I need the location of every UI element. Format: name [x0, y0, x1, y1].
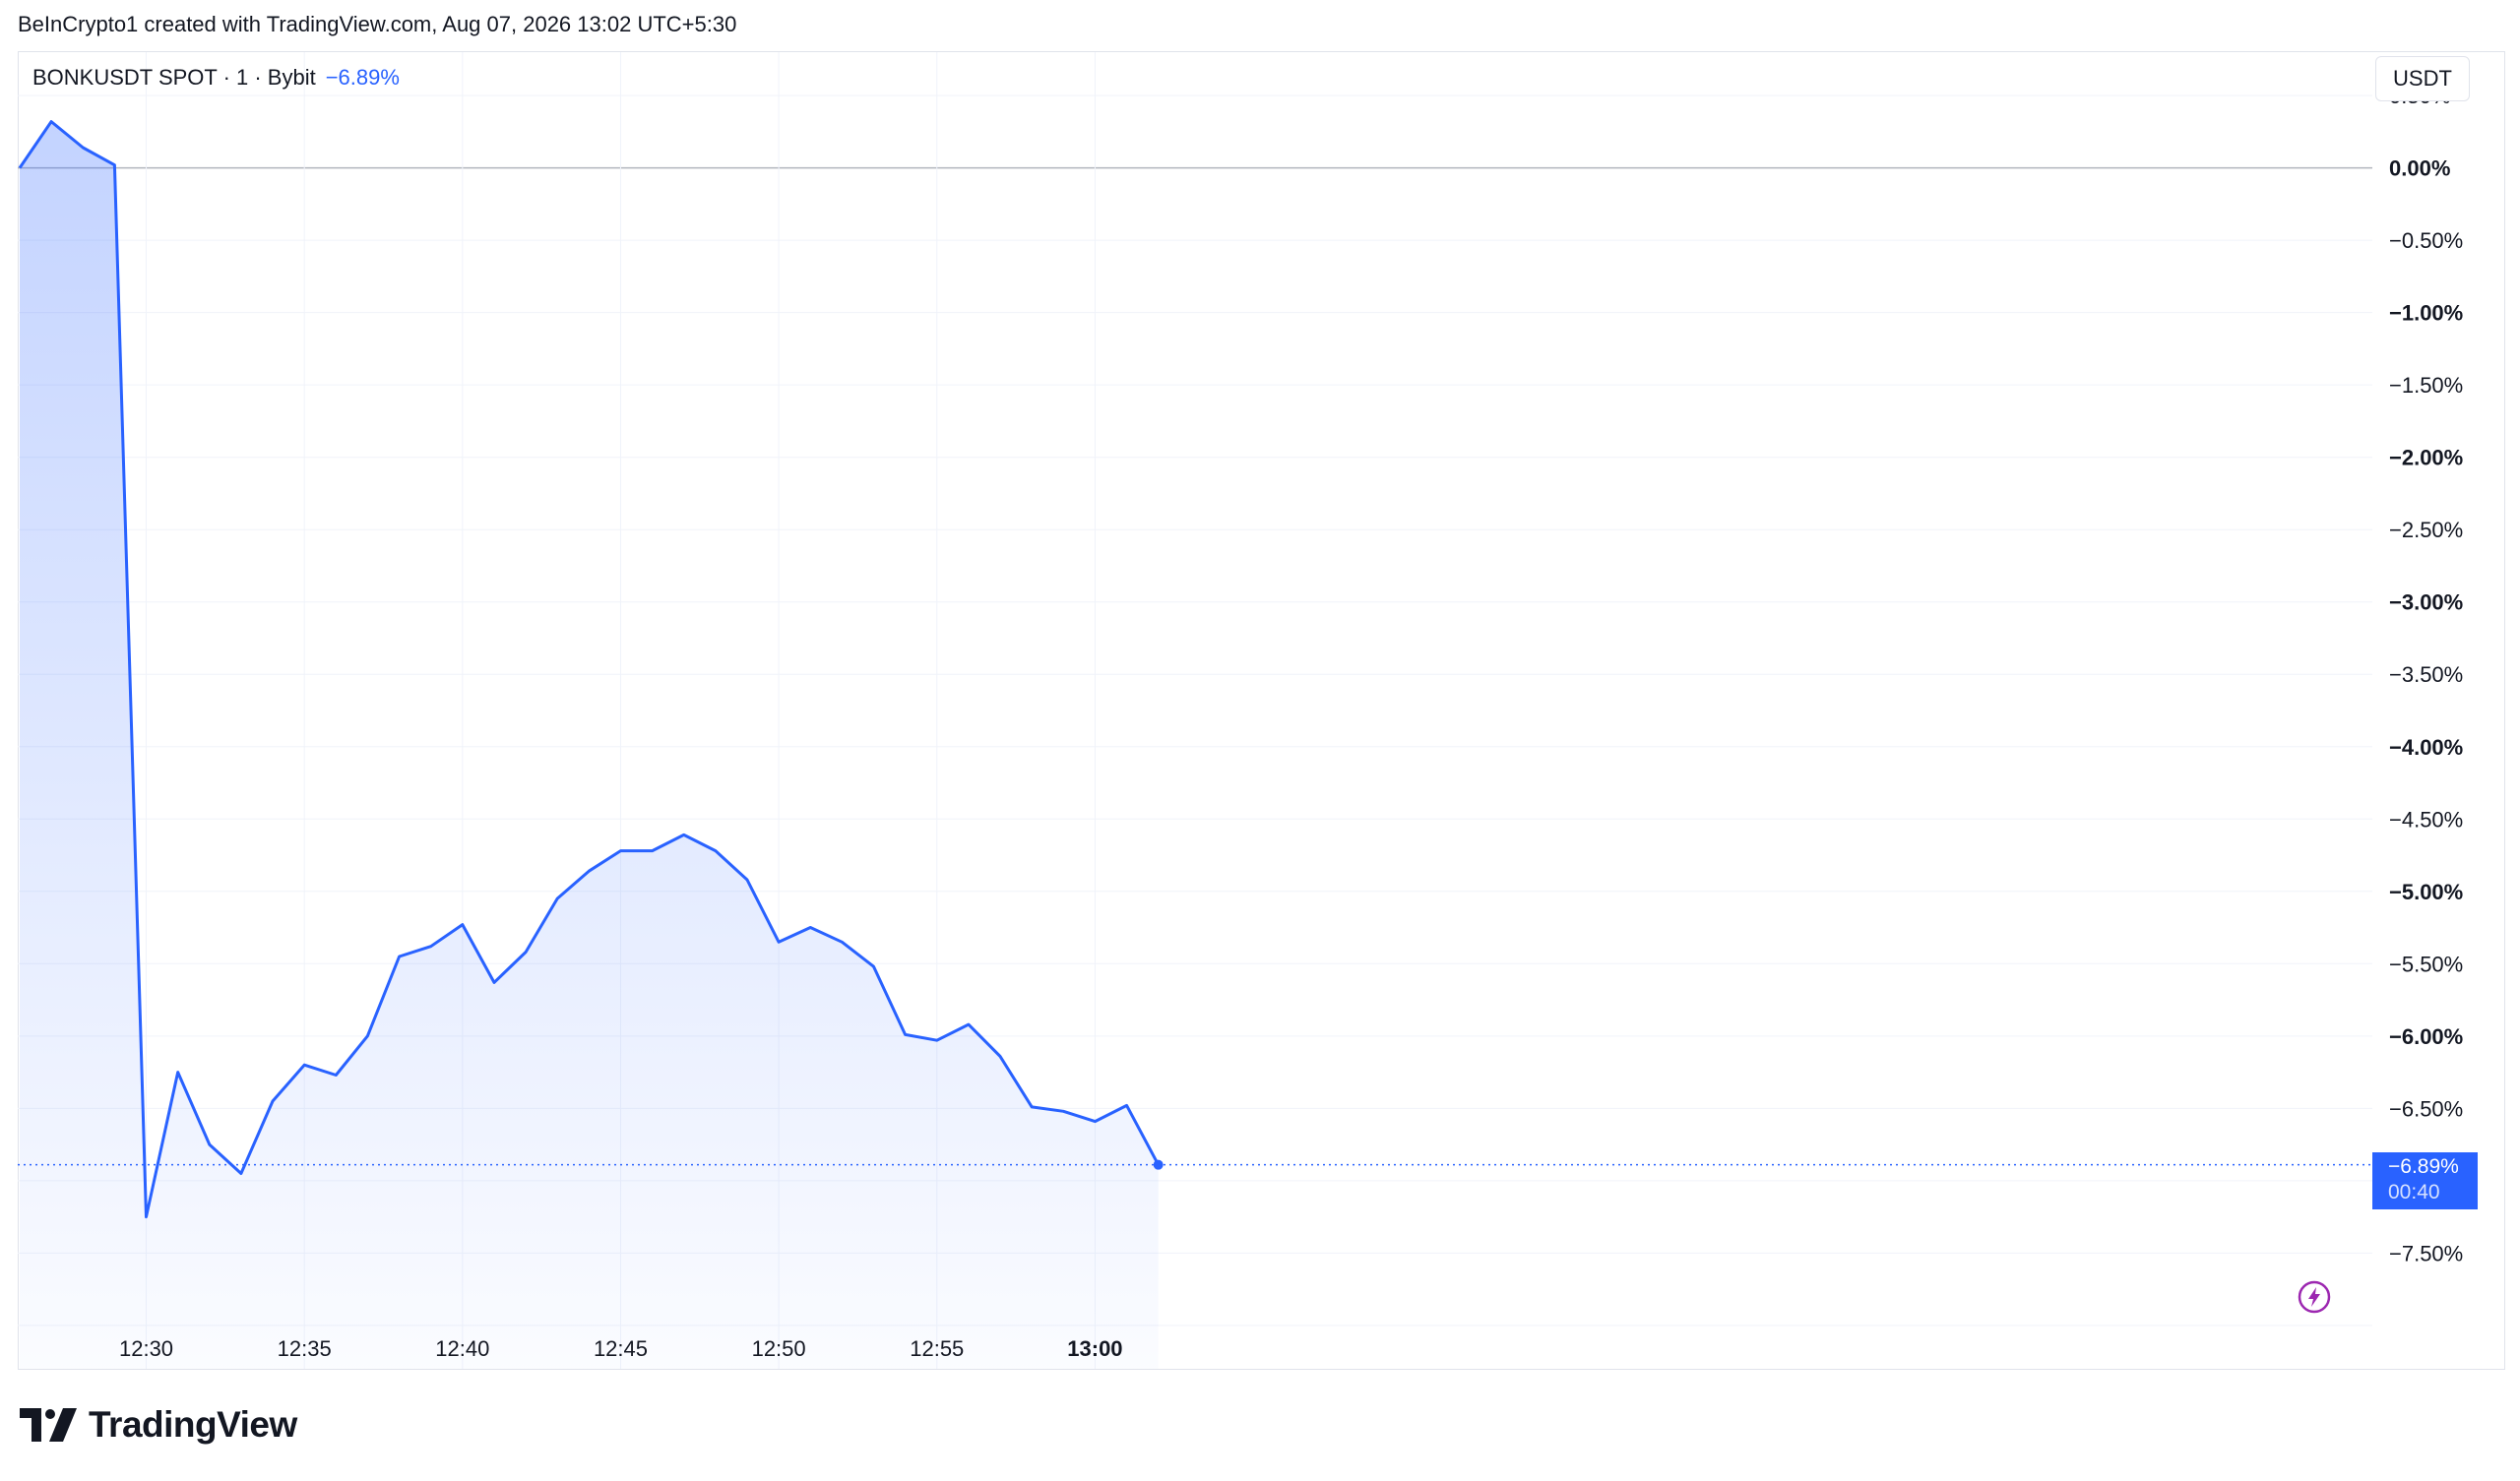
y-tick-label: −7.50%: [2389, 1241, 2463, 1265]
lightning-icon[interactable]: [2297, 1279, 2332, 1315]
y-axis: 0.50%0.00%−0.50%−1.00%−1.50%−2.00%−2.50%…: [2389, 84, 2463, 1265]
last-price-badge: −6.89% 00:40: [2372, 1152, 2478, 1209]
y-tick-label: −4.50%: [2389, 807, 2463, 832]
tradingview-brand[interactable]: TradingView: [20, 1403, 297, 1447]
tradingview-logo-icon: [20, 1408, 77, 1442]
area-fill-path: [20, 121, 1159, 1370]
y-tick-label: −6.50%: [2389, 1096, 2463, 1121]
x-tick-label: 13:00: [1067, 1336, 1122, 1361]
symbol-legend[interactable]: BONKUSDT SPOT · 1 · Bybit −6.89%: [32, 65, 400, 91]
x-tick-label: 12:55: [910, 1336, 964, 1361]
symbol-label: BONKUSDT SPOT · 1 · Bybit: [32, 65, 316, 90]
y-tick-label: −4.00%: [2389, 735, 2463, 760]
area-fill: [20, 121, 1159, 1370]
x-tick-label: 12:45: [594, 1336, 648, 1361]
x-tick-label: 12:30: [119, 1336, 173, 1361]
y-tick-label: −0.50%: [2389, 228, 2463, 253]
y-tick-label: −2.50%: [2389, 518, 2463, 542]
last-price-value: −6.89%: [2388, 1155, 2459, 1178]
y-tick-label: −5.50%: [2389, 952, 2463, 976]
bar-countdown: 00:40: [2388, 1181, 2440, 1203]
price-chart[interactable]: 0.50%0.00%−0.50%−1.00%−1.50%−2.00%−2.50%…: [0, 0, 2520, 1481]
y-tick-label: −5.00%: [2389, 880, 2463, 904]
change-label: −6.89%: [325, 65, 400, 90]
y-tick-label: −6.00%: [2389, 1024, 2463, 1049]
x-tick-label: 12:35: [278, 1336, 332, 1361]
x-tick-label: 12:40: [435, 1336, 489, 1361]
y-tick-label: −1.00%: [2389, 301, 2463, 326]
y-tick-label: 0.00%: [2389, 156, 2450, 181]
y-tick-label: −2.00%: [2389, 446, 2463, 470]
x-tick-label: 12:50: [752, 1336, 806, 1361]
currency-button[interactable]: USDT: [2375, 56, 2470, 101]
y-tick-label: −1.50%: [2389, 373, 2463, 398]
y-tick-label: −3.50%: [2389, 662, 2463, 687]
y-tick-label: −3.00%: [2389, 590, 2463, 615]
brand-name: TradingView: [89, 1404, 297, 1445]
last-price-point: [1153, 1159, 1164, 1170]
